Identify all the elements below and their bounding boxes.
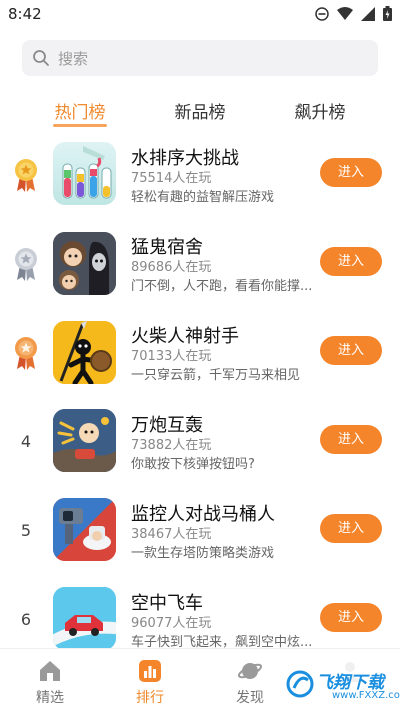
app-description: 一款生存塔防策略类游戏 — [131, 546, 275, 561]
app-players: 38467人在玩 — [131, 527, 212, 542]
app-players: 75514人在玩 — [131, 171, 212, 186]
planet-icon — [238, 663, 262, 679]
tab-rising[interactable]: 飙升榜 — [275, 98, 365, 123]
nav-item-ranking[interactable]: 排行 — [100, 649, 200, 711]
flying-car-icon — [53, 587, 116, 650]
enter-button[interactable]: 进入 — [320, 425, 382, 454]
app-players: 89686人在玩 — [131, 260, 212, 275]
app-description: 一只穿云箭，千军万马来相见 — [131, 368, 301, 383]
app-description: 轻松有趣的益智解压游戏 — [131, 190, 275, 205]
camera-vs-toilet-icon — [53, 498, 116, 561]
signal-icon — [361, 6, 375, 21]
app-description: 门不倒，人不跑，看看你能撑... — [131, 279, 313, 294]
list-item[interactable]: 5 监控人对战马桶人 38467人在玩 一款生存塔防策略类游戏 进入 — [0, 492, 400, 581]
cannon-battle-icon — [53, 409, 116, 472]
search-icon — [33, 50, 49, 66]
search-placeholder: 搜索 — [58, 50, 89, 68]
enter-button[interactable]: 进入 — [320, 514, 382, 543]
wifi-icon — [337, 7, 353, 20]
app-players: 70133人在玩 — [131, 349, 212, 364]
battery-icon — [383, 6, 392, 21]
tab-new[interactable]: 新品榜 — [155, 98, 245, 123]
ghost-dorm-icon — [53, 232, 116, 295]
status-time: 8:42 — [8, 5, 42, 23]
color-sort-icon — [53, 142, 116, 205]
enter-button[interactable]: 进入 — [320, 336, 382, 365]
search-bar[interactable]: 搜索 — [22, 40, 378, 76]
enter-button[interactable]: 进入 — [320, 603, 382, 632]
nav-label: 排行 — [136, 690, 164, 706]
rank-number: 5 — [20, 521, 32, 540]
stickman-archer-icon — [53, 321, 116, 384]
list-item[interactable]: 水排序大挑战 75514人在玩 轻松有趣的益智解压游戏 进入 — [0, 136, 400, 225]
gold-medal-icon — [15, 159, 37, 192]
nav-item-featured[interactable]: 精选 — [0, 649, 100, 711]
rank-number: 6 — [20, 610, 32, 629]
enter-button[interactable]: 进入 — [320, 247, 382, 276]
nav-label: 精选 — [36, 690, 64, 706]
status-icons — [315, 6, 392, 21]
bronze-medal-icon — [15, 337, 37, 370]
silver-medal-icon — [15, 248, 37, 281]
status-bar: 8:42 — [0, 0, 400, 30]
do-not-disturb-icon — [315, 6, 329, 21]
list-item[interactable]: 猛鬼宿舍 89686人在玩 门不倒，人不跑，看看你能撑... 进入 — [0, 225, 400, 314]
watermark-logo-icon — [286, 670, 314, 698]
rank-number: 4 — [20, 432, 32, 451]
enter-button[interactable]: 进入 — [320, 158, 382, 187]
list-item[interactable]: 火柴人神射手 70133人在玩 一只穿云箭，千军万马来相见 进入 — [0, 314, 400, 403]
app-players: 96077人在玩 — [131, 616, 212, 631]
tab-hot[interactable]: 热门榜 — [35, 98, 125, 123]
home-icon — [40, 661, 60, 681]
watermark: 飞翔下载 www.FXXZ.com — [280, 660, 400, 706]
list-item[interactable]: 4 万炮互轰 73882人在玩 你敢按下核弹按钮吗? 进入 — [0, 403, 400, 492]
tab-active-indicator — [53, 124, 107, 127]
ranking-tabs: 热门榜 新品榜 飙升榜 — [0, 92, 400, 132]
ranking-icon — [139, 660, 161, 682]
app-players: 73882人在玩 — [131, 438, 212, 453]
app-description: 你敢按下核弹按钮吗? — [131, 457, 255, 472]
watermark-subtitle: www.FXXZ.com — [332, 690, 400, 701]
